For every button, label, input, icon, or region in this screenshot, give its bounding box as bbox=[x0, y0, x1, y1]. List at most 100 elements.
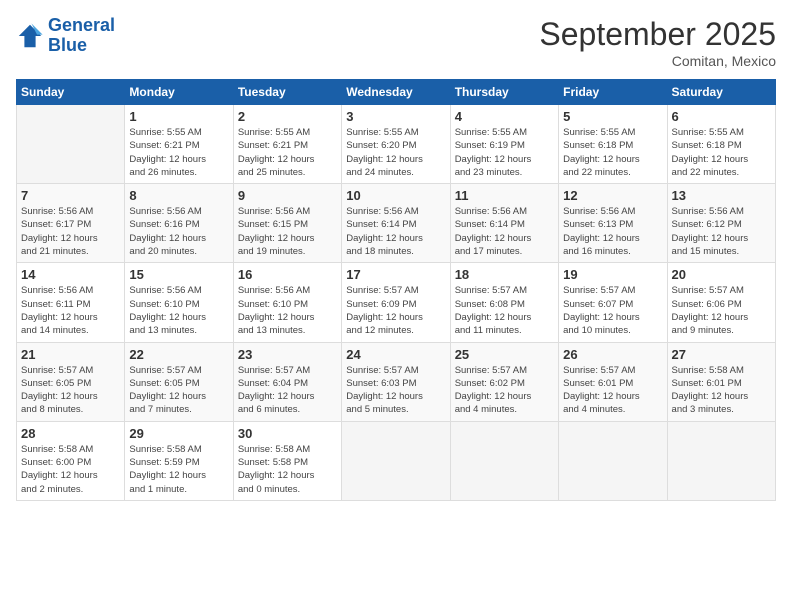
day-number: 14 bbox=[21, 267, 120, 282]
day-header-wednesday: Wednesday bbox=[342, 80, 450, 105]
day-number: 27 bbox=[672, 347, 771, 362]
calendar-cell: 3 Sunrise: 5:55 AM Sunset: 6:20 PM Daylig… bbox=[342, 105, 450, 184]
day-number: 30 bbox=[238, 426, 337, 441]
day-info: Sunrise: 5:56 AM Sunset: 6:15 PM Dayligh… bbox=[238, 205, 337, 258]
day-info: Sunrise: 5:58 AM Sunset: 5:58 PM Dayligh… bbox=[238, 443, 337, 496]
day-number: 22 bbox=[129, 347, 228, 362]
calendar-cell: 19Sunrise: 5:57 AM Sunset: 6:07 PM Dayli… bbox=[559, 263, 667, 342]
day-number: 3 bbox=[346, 109, 445, 124]
day-number: 4 bbox=[455, 109, 554, 124]
day-number: 26 bbox=[563, 347, 662, 362]
calendar-cell: 10 Sunrise: 5:56 AM Sunset: 6:14 PM Dayli… bbox=[342, 184, 450, 263]
day-info: Sunrise: 5:56 AM Sunset: 6:14 PM Dayligh… bbox=[346, 205, 445, 258]
day-info: Sunrise: 5:55 AM Sunset: 6:18 PM Dayligh… bbox=[563, 126, 662, 179]
day-info: Sunrise: 5:57 AM Sunset: 6:01 PM Dayligh… bbox=[563, 364, 662, 417]
day-number: 17 bbox=[346, 267, 445, 282]
day-info: Sunrise: 5:58 AM Sunset: 6:01 PM Dayligh… bbox=[672, 364, 771, 417]
day-info: Sunrise: 5:56 AM Sunset: 6:10 PM Dayligh… bbox=[238, 284, 337, 337]
calendar-cell: 5 Sunrise: 5:55 AM Sunset: 6:18 PM Daylig… bbox=[559, 105, 667, 184]
calendar-cell: 9 Sunrise: 5:56 AM Sunset: 6:15 PM Daylig… bbox=[233, 184, 341, 263]
day-info: Sunrise: 5:56 AM Sunset: 6:14 PM Dayligh… bbox=[455, 205, 554, 258]
day-header-sunday: Sunday bbox=[17, 80, 125, 105]
day-number: 2 bbox=[238, 109, 337, 124]
calendar-cell: 27 Sunrise: 5:58 AM Sunset: 6:01 PM Dayli… bbox=[667, 342, 775, 421]
day-info: Sunrise: 5:57 AM Sunset: 6:07 PM Dayligh… bbox=[563, 284, 662, 337]
calendar-table: SundayMondayTuesdayWednesdayThursdayFrid… bbox=[16, 79, 776, 501]
day-number: 7 bbox=[21, 188, 120, 203]
location: Comitan, Mexico bbox=[539, 53, 776, 69]
day-info: Sunrise: 5:57 AM Sunset: 6:08 PM Dayligh… bbox=[455, 284, 554, 337]
calendar-cell: 29 Sunrise: 5:58 AM Sunset: 5:59 PM Dayli… bbox=[125, 421, 233, 500]
day-number: 20 bbox=[672, 267, 771, 282]
day-info: Sunrise: 5:57 AM Sunset: 6:09 PM Dayligh… bbox=[346, 284, 445, 337]
calendar-cell: 20 Sunrise: 5:57 AM Sunset: 6:06 PM Dayli… bbox=[667, 263, 775, 342]
page-header: General Blue September 2025 Comitan, Mex… bbox=[16, 16, 776, 69]
day-header-thursday: Thursday bbox=[450, 80, 558, 105]
calendar-cell: 22 Sunrise: 5:57 AM Sunset: 6:05 PM Dayli… bbox=[125, 342, 233, 421]
day-number: 6 bbox=[672, 109, 771, 124]
day-info: Sunrise: 5:56 AM Sunset: 6:11 PM Dayligh… bbox=[21, 284, 120, 337]
day-info: Sunrise: 5:56 AM Sunset: 6:13 PM Dayligh… bbox=[563, 205, 662, 258]
day-number: 1 bbox=[129, 109, 228, 124]
day-info: Sunrise: 5:57 AM Sunset: 6:05 PM Dayligh… bbox=[129, 364, 228, 417]
day-header-monday: Monday bbox=[125, 80, 233, 105]
day-number: 9 bbox=[238, 188, 337, 203]
day-number: 10 bbox=[346, 188, 445, 203]
calendar-cell: 21 Sunrise: 5:57 AM Sunset: 6:05 PM Dayli… bbox=[17, 342, 125, 421]
day-number: 21 bbox=[21, 347, 120, 362]
calendar-cell bbox=[559, 421, 667, 500]
day-number: 24 bbox=[346, 347, 445, 362]
calendar-cell bbox=[450, 421, 558, 500]
calendar-cell: 25 Sunrise: 5:57 AM Sunset: 6:02 PM Dayli… bbox=[450, 342, 558, 421]
week-row-5: 28Sunrise: 5:58 AM Sunset: 6:00 PM Dayli… bbox=[17, 421, 776, 500]
calendar-cell: 4Sunrise: 5:55 AM Sunset: 6:19 PM Daylig… bbox=[450, 105, 558, 184]
calendar-cell: 13 Sunrise: 5:56 AM Sunset: 6:12 PM Dayli… bbox=[667, 184, 775, 263]
calendar-cell: 7Sunrise: 5:56 AM Sunset: 6:17 PM Daylig… bbox=[17, 184, 125, 263]
day-number: 13 bbox=[672, 188, 771, 203]
day-number: 29 bbox=[129, 426, 228, 441]
day-number: 11 bbox=[455, 188, 554, 203]
week-row-4: 21 Sunrise: 5:57 AM Sunset: 6:05 PM Dayli… bbox=[17, 342, 776, 421]
day-info: Sunrise: 5:58 AM Sunset: 6:00 PM Dayligh… bbox=[21, 443, 120, 496]
calendar-cell: 18Sunrise: 5:57 AM Sunset: 6:08 PM Dayli… bbox=[450, 263, 558, 342]
calendar-cell: 16 Sunrise: 5:56 AM Sunset: 6:10 PM Dayli… bbox=[233, 263, 341, 342]
day-info: Sunrise: 5:58 AM Sunset: 5:59 PM Dayligh… bbox=[129, 443, 228, 496]
calendar-cell: 11 Sunrise: 5:56 AM Sunset: 6:14 PM Dayli… bbox=[450, 184, 558, 263]
day-info: Sunrise: 5:57 AM Sunset: 6:06 PM Dayligh… bbox=[672, 284, 771, 337]
day-header-friday: Friday bbox=[559, 80, 667, 105]
calendar-body: 1 Sunrise: 5:55 AM Sunset: 6:21 PM Daylig… bbox=[17, 105, 776, 501]
calendar-cell: 24Sunrise: 5:57 AM Sunset: 6:03 PM Dayli… bbox=[342, 342, 450, 421]
day-number: 25 bbox=[455, 347, 554, 362]
week-row-3: 14 Sunrise: 5:56 AM Sunset: 6:11 PM Dayli… bbox=[17, 263, 776, 342]
day-info: Sunrise: 5:57 AM Sunset: 6:02 PM Dayligh… bbox=[455, 364, 554, 417]
calendar-cell bbox=[342, 421, 450, 500]
day-info: Sunrise: 5:55 AM Sunset: 6:21 PM Dayligh… bbox=[238, 126, 337, 179]
logo-text: General Blue bbox=[48, 16, 115, 56]
day-number: 15 bbox=[129, 267, 228, 282]
week-row-1: 1 Sunrise: 5:55 AM Sunset: 6:21 PM Daylig… bbox=[17, 105, 776, 184]
calendar-cell: 14 Sunrise: 5:56 AM Sunset: 6:11 PM Dayli… bbox=[17, 263, 125, 342]
month-title: September 2025 bbox=[539, 16, 776, 53]
calendar-cell: 6 Sunrise: 5:55 AM Sunset: 6:18 PM Daylig… bbox=[667, 105, 775, 184]
logo: General Blue bbox=[16, 16, 115, 56]
day-info: Sunrise: 5:56 AM Sunset: 6:10 PM Dayligh… bbox=[129, 284, 228, 337]
calendar-cell: 30 Sunrise: 5:58 AM Sunset: 5:58 PM Dayli… bbox=[233, 421, 341, 500]
day-header-saturday: Saturday bbox=[667, 80, 775, 105]
calendar-cell: 17 Sunrise: 5:57 AM Sunset: 6:09 PM Dayli… bbox=[342, 263, 450, 342]
day-number: 5 bbox=[563, 109, 662, 124]
calendar-cell: 2 Sunrise: 5:55 AM Sunset: 6:21 PM Daylig… bbox=[233, 105, 341, 184]
day-info: Sunrise: 5:55 AM Sunset: 6:21 PM Dayligh… bbox=[129, 126, 228, 179]
calendar-cell: 28Sunrise: 5:58 AM Sunset: 6:00 PM Dayli… bbox=[17, 421, 125, 500]
day-number: 23 bbox=[238, 347, 337, 362]
calendar-cell bbox=[667, 421, 775, 500]
calendar-cell: 1 Sunrise: 5:55 AM Sunset: 6:21 PM Daylig… bbox=[125, 105, 233, 184]
day-header-tuesday: Tuesday bbox=[233, 80, 341, 105]
day-info: Sunrise: 5:56 AM Sunset: 6:12 PM Dayligh… bbox=[672, 205, 771, 258]
day-number: 12 bbox=[563, 188, 662, 203]
day-info: Sunrise: 5:57 AM Sunset: 6:05 PM Dayligh… bbox=[21, 364, 120, 417]
day-number: 16 bbox=[238, 267, 337, 282]
day-info: Sunrise: 5:56 AM Sunset: 6:16 PM Dayligh… bbox=[129, 205, 228, 258]
day-info: Sunrise: 5:55 AM Sunset: 6:20 PM Dayligh… bbox=[346, 126, 445, 179]
day-info: Sunrise: 5:55 AM Sunset: 6:18 PM Dayligh… bbox=[672, 126, 771, 179]
logo-icon bbox=[16, 22, 44, 50]
